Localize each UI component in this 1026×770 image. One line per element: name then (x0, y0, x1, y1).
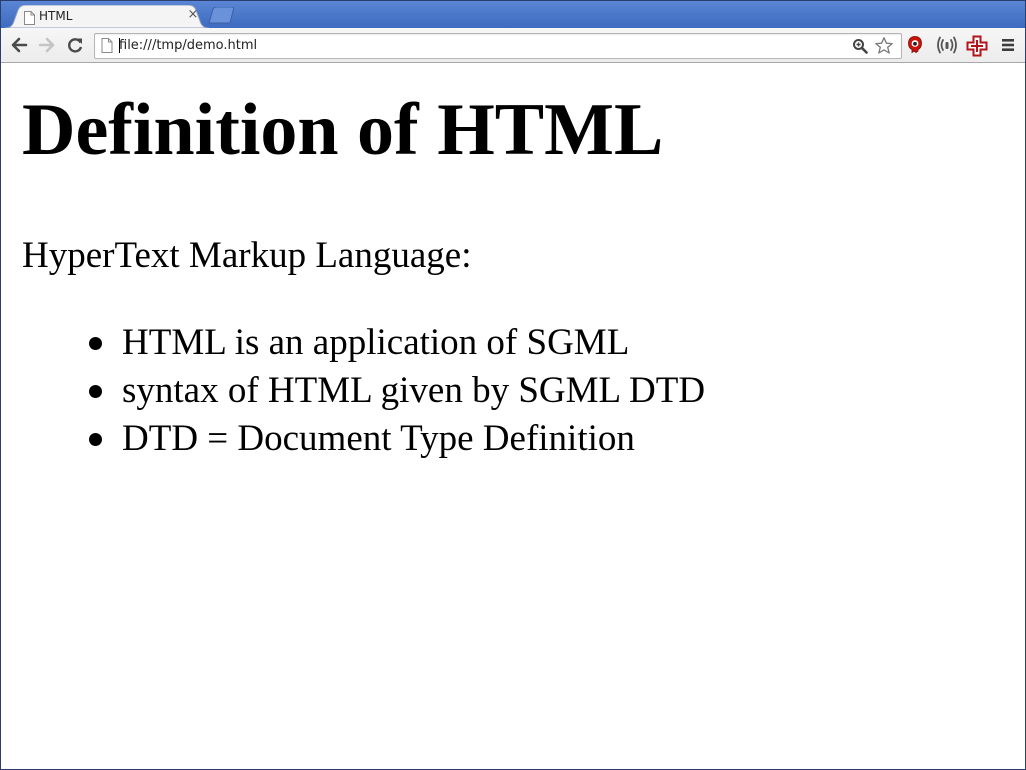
intro-text: HyperText Markup Language: (22, 235, 472, 276)
page-content: Definition of HTML HyperText Markup Lang… (1, 63, 1025, 769)
text-caret (119, 38, 120, 53)
list-item-text: DTD = Document Type Definition (122, 418, 635, 459)
list-item-text: HTML is an application of SGML (122, 322, 630, 363)
page-icon (101, 38, 113, 53)
list-item: HTML is an application of SGML (89, 319, 705, 367)
new-tab-icon[interactable] (206, 6, 238, 24)
hamburger-menu-icon[interactable] (998, 35, 1018, 55)
address-bar[interactable]: file:///tmp/demo.html (94, 33, 902, 59)
arrow-right-icon[interactable] (37, 35, 57, 55)
url-text[interactable]: file:///tmp/demo.html (119, 38, 257, 53)
tab-html[interactable]: HTML × (5, 5, 209, 28)
red-mascot-icon[interactable] (905, 35, 925, 55)
list-item: syntax of HTML given by SGML DTD (89, 367, 706, 415)
tab-title: HTML (39, 9, 73, 23)
browser-window: HTML × file:///tmp/demo.html Definition … (0, 0, 1026, 770)
page-title: Definition of HTML (22, 89, 664, 171)
list-item-text: syntax of HTML given by SGML DTD (122, 370, 706, 411)
red-cross-icon[interactable] (966, 35, 988, 57)
wifi-signal-icon[interactable] (937, 35, 957, 55)
bullet-list: HTML is an application of SGML syntax of… (89, 319, 706, 463)
arrow-left-icon[interactable] (9, 35, 29, 55)
star-icon[interactable] (874, 36, 894, 56)
bullet-dot (89, 385, 102, 398)
bullet-dot (89, 337, 102, 350)
page-icon (23, 10, 36, 25)
tab-strip: HTML × (1, 1, 1025, 28)
close-icon[interactable]: × (185, 7, 201, 23)
magnifier-icon[interactable] (852, 38, 868, 54)
toolbar: file:///tmp/demo.html (1, 28, 1025, 63)
list-item: DTD = Document Type Definition (89, 415, 705, 463)
reload-icon[interactable] (65, 35, 85, 55)
bullet-dot (89, 433, 102, 446)
